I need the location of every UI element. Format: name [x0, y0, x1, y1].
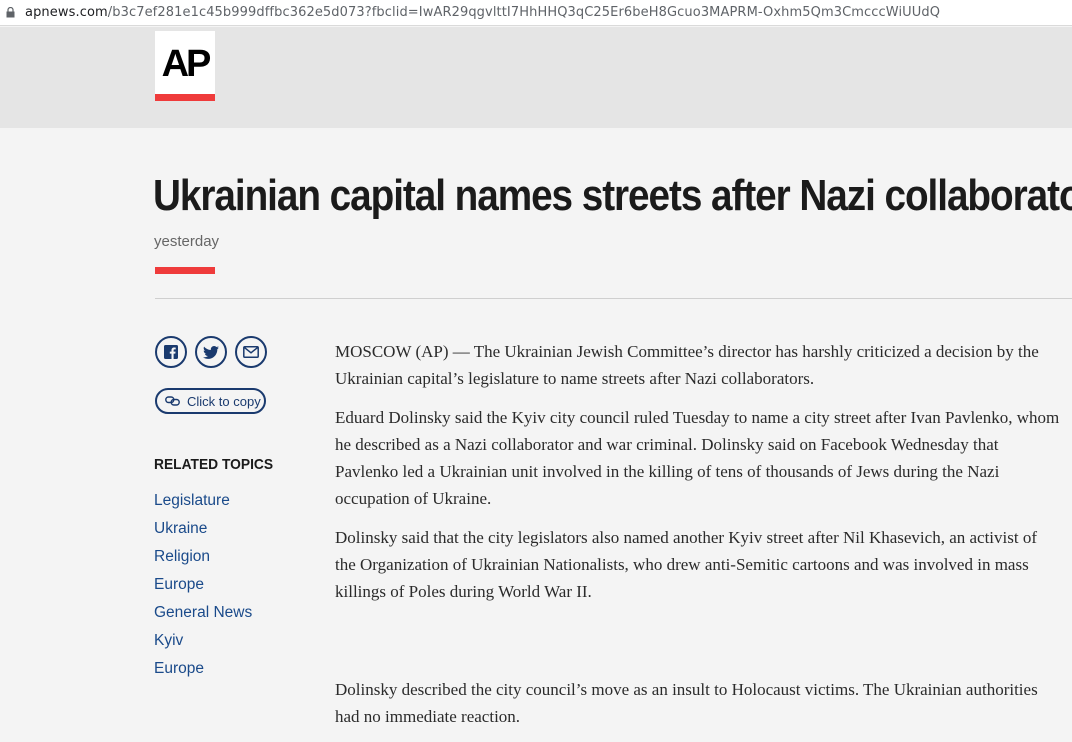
link-icon	[165, 396, 180, 406]
topic-link-europe-2[interactable]: Europe	[154, 660, 204, 677]
related-topics-heading: RELATED TOPICS	[154, 456, 274, 473]
article-body: MOSCOW (AP) — The Ukrainian Jewish Commi…	[335, 338, 1060, 617]
topic-link-kyiv[interactable]: Kyiv	[154, 632, 183, 649]
article-paragraph: Dolinsky said that the city legislators …	[335, 528, 1038, 601]
list-item: Legislature	[154, 491, 252, 519]
twitter-share-button[interactable]	[195, 336, 227, 368]
copy-link-label: Click to copy	[187, 394, 261, 409]
topic-link-ukraine[interactable]: Ukraine	[154, 520, 207, 537]
list-item: Ukraine	[154, 519, 252, 547]
topic-link-religion[interactable]: Religion	[154, 548, 210, 565]
article-timestamp: yesterday	[154, 233, 220, 250]
list-item: Europe	[154, 575, 252, 603]
related-topics-list: Legislature Ukraine Religion Europe Gene…	[154, 491, 252, 687]
divider	[155, 298, 1072, 299]
list-item: Europe	[154, 659, 252, 687]
facebook-icon	[164, 345, 178, 359]
article-paragraph: Dolinsky described the city council’s mo…	[335, 680, 1038, 726]
topic-link-legislature[interactable]: Legislature	[154, 492, 230, 509]
copy-link-button[interactable]: Click to copy	[155, 388, 266, 414]
article-headline: Ukrainian capital names streets after Na…	[153, 171, 1072, 220]
list-item: Religion	[154, 547, 252, 575]
headline-rule	[155, 267, 215, 274]
email-icon	[243, 346, 259, 358]
topic-link-general-news[interactable]: General News	[154, 604, 252, 621]
topic-link-europe[interactable]: Europe	[154, 576, 204, 593]
list-item: Kyiv	[154, 631, 252, 659]
list-item: General News	[154, 603, 252, 631]
article-paragraph: Eduard Dolinsky said the Kyiv city counc…	[335, 408, 1060, 508]
facebook-share-button[interactable]	[155, 336, 187, 368]
lock-icon	[6, 7, 15, 18]
address-bar[interactable]: apnews.com/b3c7ef281e1c45b999dffbc362e5d…	[0, 0, 1072, 26]
email-share-button[interactable]	[235, 336, 267, 368]
ap-logo[interactable]: AP	[155, 31, 215, 101]
url-text[interactable]: apnews.com/b3c7ef281e1c45b999dffbc362e5d…	[25, 5, 940, 20]
logo-underline	[155, 94, 215, 101]
twitter-icon	[203, 345, 219, 359]
article-paragraph: MOSCOW (AP) — The Ukrainian Jewish Commi…	[335, 342, 1039, 388]
